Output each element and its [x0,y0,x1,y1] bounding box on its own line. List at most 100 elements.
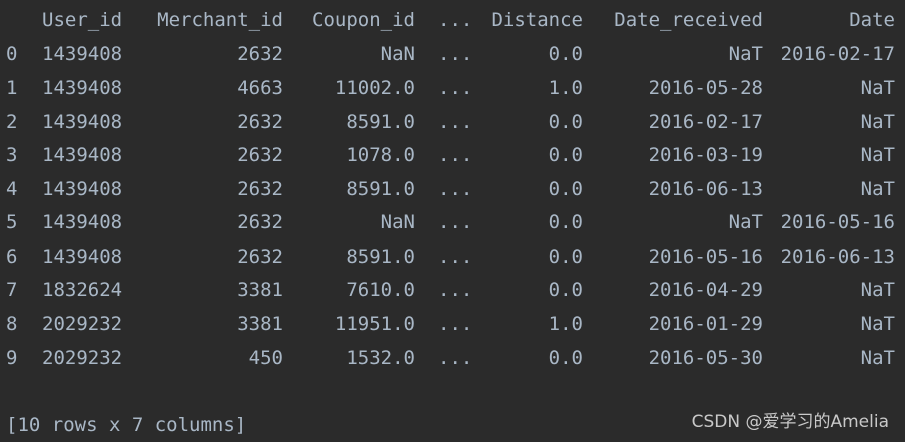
date-cell: NaT [860,178,895,200]
header-user-id: User_id [42,9,123,31]
merchant-id-cell: 4663 [237,77,283,99]
table-row: 9 2029232 450 1532.0 ... 0.0 2016-05-30 … [0,347,905,369]
dataframe-summary: [10 rows x 7 columns] [6,414,247,436]
user-id-cell: 1439408 [42,111,123,133]
row-index: 8 [6,313,18,335]
distance-cell: 0.0 [548,144,583,166]
header-distance: Distance [491,9,583,31]
header-ellipsis: ... [438,9,473,31]
distance-cell: 1.0 [548,313,583,335]
distance-cell: 0.0 [548,279,583,301]
coupon-id-cell: 1532.0 [346,347,415,369]
ellipsis-cell: ... [438,211,473,233]
date-cell: NaT [860,313,895,335]
header-date: Date [849,9,895,31]
ellipsis-cell: ... [438,43,473,65]
row-index: 1 [6,77,18,99]
row-index: 7 [6,279,18,301]
merchant-id-cell: 3381 [237,313,283,335]
user-id-cell: 2029232 [42,313,123,335]
date-cell: NaT [860,77,895,99]
distance-cell: 0.0 [548,211,583,233]
table-row: 1 1439408 4663 11002.0 ... 1.0 2016-05-2… [0,77,905,99]
table-row: 8 2029232 3381 11951.0 ... 1.0 2016-01-2… [0,313,905,335]
merchant-id-cell: 2632 [237,246,283,268]
date-received-cell: 2016-05-28 [648,77,763,99]
date-received-cell: 2016-01-29 [648,313,763,335]
ellipsis-cell: ... [438,111,473,133]
coupon-id-cell: 8591.0 [346,111,415,133]
ellipsis-cell: ... [438,347,473,369]
date-cell: 2016-05-16 [780,211,895,233]
coupon-id-cell: NaN [380,43,415,65]
watermark: CSDN @爱学习的Amelia [691,412,889,432]
user-id-cell: 1439408 [42,211,123,233]
coupon-id-cell: NaN [380,211,415,233]
header-coupon-id: Coupon_id [312,9,415,31]
coupon-id-cell: 7610.0 [346,279,415,301]
merchant-id-cell: 3381 [237,279,283,301]
table-row: 5 1439408 2632 NaN ... 0.0 NaT 2016-05-1… [0,211,905,233]
merchant-id-cell: 2632 [237,111,283,133]
header-merchant-id: Merchant_id [157,9,283,31]
date-received-cell: 2016-05-30 [648,347,763,369]
distance-cell: 0.0 [548,111,583,133]
table-row: 0 1439408 2632 NaN ... 0.0 NaT 2016-02-1… [0,43,905,65]
date-cell: NaT [860,347,895,369]
merchant-id-cell: 2632 [237,144,283,166]
date-received-cell: NaT [728,43,763,65]
table-header: User_id Merchant_id Coupon_id ... Distan… [0,9,905,31]
distance-cell: 0.0 [548,246,583,268]
distance-cell: 1.0 [548,77,583,99]
ellipsis-cell: ... [438,279,473,301]
user-id-cell: 1439408 [42,144,123,166]
coupon-id-cell: 8591.0 [346,246,415,268]
date-cell: 2016-06-13 [780,246,895,268]
distance-cell: 0.0 [548,43,583,65]
date-cell: NaT [860,111,895,133]
user-id-cell: 1832624 [42,279,123,301]
table-row: 7 1832624 3381 7610.0 ... 0.0 2016-04-29… [0,279,905,301]
user-id-cell: 1439408 [42,246,123,268]
merchant-id-cell: 450 [248,347,283,369]
header-date-received: Date_received [614,9,763,31]
merchant-id-cell: 2632 [237,178,283,200]
distance-cell: 0.0 [548,347,583,369]
table-row: 3 1439408 2632 1078.0 ... 0.0 2016-03-19… [0,144,905,166]
ellipsis-cell: ... [438,178,473,200]
date-received-cell: 2016-02-17 [648,111,763,133]
user-id-cell: 2029232 [42,347,123,369]
row-index: 6 [6,246,18,268]
user-id-cell: 1439408 [42,178,123,200]
date-cell: 2016-02-17 [780,43,895,65]
row-index: 4 [6,178,18,200]
date-cell: NaT [860,279,895,301]
user-id-cell: 1439408 [42,43,123,65]
merchant-id-cell: 2632 [237,43,283,65]
coupon-id-cell: 11002.0 [334,77,415,99]
table-row: 4 1439408 2632 8591.0 ... 0.0 2016-06-13… [0,178,905,200]
ellipsis-cell: ... [438,246,473,268]
ellipsis-cell: ... [438,144,473,166]
date-received-cell: 2016-04-29 [648,279,763,301]
date-received-cell: NaT [728,211,763,233]
distance-cell: 0.0 [548,178,583,200]
row-index: 0 [6,43,18,65]
merchant-id-cell: 2632 [237,211,283,233]
table-row: 6 1439408 2632 8591.0 ... 0.0 2016-05-16… [0,246,905,268]
ellipsis-cell: ... [438,313,473,335]
date-received-cell: 2016-05-16 [648,246,763,268]
table-row: 2 1439408 2632 8591.0 ... 0.0 2016-02-17… [0,111,905,133]
user-id-cell: 1439408 [42,77,123,99]
row-index: 2 [6,111,18,133]
date-received-cell: 2016-06-13 [648,178,763,200]
ellipsis-cell: ... [438,77,473,99]
coupon-id-cell: 1078.0 [346,144,415,166]
row-index: 5 [6,211,18,233]
date-cell: NaT [860,144,895,166]
date-received-cell: 2016-03-19 [648,144,763,166]
coupon-id-cell: 8591.0 [346,178,415,200]
row-index: 9 [6,347,18,369]
coupon-id-cell: 11951.0 [334,313,415,335]
row-index: 3 [6,144,18,166]
